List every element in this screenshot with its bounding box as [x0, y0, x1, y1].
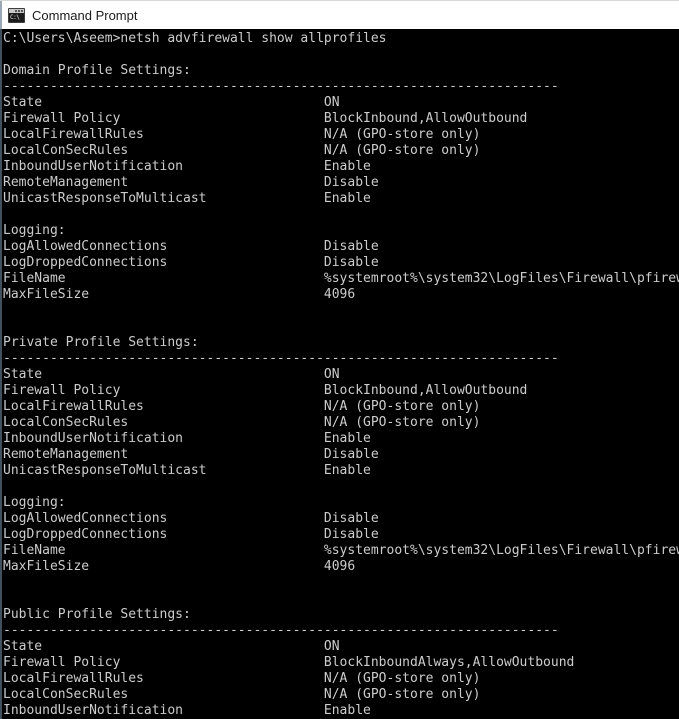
- console-text: C:\Users\Aseem>netsh advfirewall show al…: [3, 31, 679, 718]
- window-left-border: [0, 1, 2, 29]
- icon-close-dot: [21, 9, 23, 12]
- icon-maximize-dot: [18, 9, 20, 12]
- command-prompt-window: C:\ Command Prompt C:\Users\Aseem>netsh …: [0, 0, 679, 719]
- console-output-area[interactable]: C:\Users\Aseem>netsh advfirewall show al…: [0, 29, 679, 719]
- titlebar[interactable]: C:\ Command Prompt: [0, 0, 679, 29]
- window-title: Command Prompt: [32, 7, 138, 23]
- console-window-icon: C:\: [8, 7, 25, 23]
- icon-prompt-glyph: C:\: [10, 13, 20, 21]
- icon-minimize-dot: [15, 9, 17, 12]
